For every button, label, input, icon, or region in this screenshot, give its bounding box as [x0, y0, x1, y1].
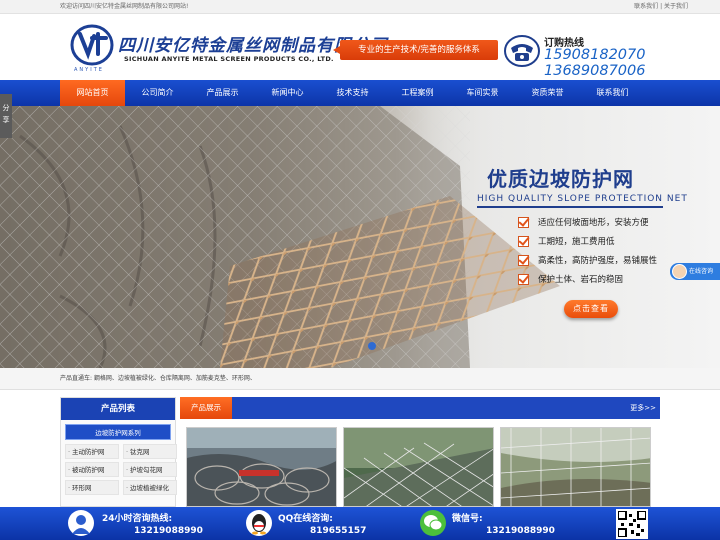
- tab-products[interactable]: 产品展示: [180, 397, 232, 419]
- company-logo-icon[interactable]: [70, 24, 114, 66]
- top-bar: 欢迎访问四川安亿特金属丝网制品有限公司网站! 联系我们 | 关于我们: [0, 0, 720, 14]
- banner-feature-list: 适应任何坡面地形，安装方便 工期短，施工费用低 高柔性，高防护强度，易铺展性 保…: [518, 216, 657, 292]
- company-name-en: SICHUAN ANYITE METAL SCREEN PRODUCTS CO.…: [124, 55, 334, 63]
- hotline-number: 13689087006: [544, 63, 646, 79]
- nav-item-home[interactable]: 网站首页: [60, 80, 125, 106]
- product-thumbnail[interactable]: [343, 427, 494, 507]
- product-keywords-bar: 产品直通车: 鋼格网、边坡植被绿化、仓库隔离网、加筋麦克垫、环形网、: [0, 368, 720, 390]
- nav-item-news[interactable]: 新闻中心: [255, 80, 320, 106]
- checkbox-icon: [518, 236, 529, 247]
- category-title: 产品列表: [61, 398, 175, 420]
- qq-icon[interactable]: [246, 510, 272, 536]
- banner-feature: 保护土体、岩石的稳固: [518, 273, 657, 292]
- category-series[interactable]: 边坡防护网系列: [65, 424, 171, 440]
- product-thumbnail[interactable]: [500, 427, 651, 507]
- product-showcase: 产品展示 更多>>: [180, 397, 660, 507]
- category-item[interactable]: 环形网: [65, 480, 119, 496]
- banner-feature-text: 工期短，施工费用低: [538, 237, 615, 247]
- banner-feature-text: 适应任何坡面地形，安装方便: [538, 218, 649, 228]
- banner-feature: 工期短，施工费用低: [518, 235, 657, 254]
- wechat-icon[interactable]: [420, 510, 446, 536]
- brand-logo-text: ANYITE: [74, 67, 104, 73]
- qr-code-icon: [616, 509, 648, 539]
- product-image: [187, 428, 336, 506]
- more-link[interactable]: 更多>>: [630, 397, 656, 419]
- nav-item-products[interactable]: 产品展示: [190, 80, 255, 106]
- wechat-number[interactable]: 13219088990: [486, 526, 555, 536]
- category-item[interactable]: 主动防护网: [65, 444, 119, 460]
- nav-item-cases[interactable]: 工程案例: [385, 80, 450, 106]
- banner-feature-text: 高柔性，高防护强度，易铺展性: [538, 256, 658, 266]
- category-item[interactable]: 护坡勾花网: [123, 462, 177, 478]
- nav-item-contact[interactable]: 联系我们: [580, 80, 645, 106]
- category-item[interactable]: 边坡植被绿化: [123, 480, 177, 496]
- banner-subtitle: HIGH QUALITY SLOPE PROTECTION NET: [477, 194, 688, 204]
- nav-item-honors[interactable]: 资质荣誉: [515, 80, 580, 106]
- phone-consult-number[interactable]: 13219088990: [134, 526, 203, 536]
- checkbox-icon: [518, 217, 529, 228]
- product-image: [344, 428, 493, 506]
- online-service-button[interactable]: 在线咨询: [670, 263, 720, 280]
- welcome-text: 欢迎访问四川安亿特金属丝网制品有限公司网站!: [60, 3, 189, 10]
- banner-feature-text: 保护土体、岩石的稳固: [538, 275, 624, 285]
- banner-feature: 适应任何坡面地形，安装方便: [518, 216, 657, 235]
- view-details-button[interactable]: 点击查看: [564, 300, 618, 318]
- site-header: ANYITE 四川安亿特金属丝网制品有限公司 SICHUAN ANYITE ME…: [0, 14, 720, 80]
- service-avatar: [672, 264, 687, 279]
- banner-title: 优质边坡防护网: [487, 167, 634, 191]
- phone-consult-label: 24小时咨询热线:: [102, 514, 173, 524]
- banner-feature: 高柔性，高防护强度，易铺展性: [518, 254, 657, 273]
- checkbox-icon: [518, 274, 529, 285]
- category-item[interactable]: 钛克网: [123, 444, 177, 460]
- checkbox-icon: [518, 255, 529, 266]
- nav-item-tech[interactable]: 技术支持: [320, 80, 385, 106]
- phone-icon: [504, 35, 540, 67]
- category-item[interactable]: 被动防护网: [65, 462, 119, 478]
- wechat-label: 微信号:: [452, 514, 483, 524]
- banner-divider: [477, 206, 663, 208]
- main-nav: 网站首页 公司简介 产品展示 新闻中心 技术支持 工程案例 车间实景 资质荣誉 …: [0, 80, 720, 106]
- hotline-number: 15908182070: [544, 47, 646, 63]
- nav-item-workshop[interactable]: 车间实景: [450, 80, 515, 106]
- hero-banner[interactable]: 优质边坡防护网 HIGH QUALITY SLOPE PROTECTION NE…: [0, 106, 720, 368]
- product-category-sidebar: 产品列表 边坡防护网系列 主动防护网 钛克网 被动防护网 护坡勾花网 环形网 边…: [60, 397, 177, 507]
- product-image: [501, 428, 650, 506]
- product-showcase-header: 产品展示 更多>>: [180, 397, 660, 419]
- top-links[interactable]: 联系我们 | 关于我们: [634, 0, 688, 14]
- contact-footer-bar: 24小时咨询热线: 13219088990 QQ在线咨询: 819655157 …: [0, 507, 720, 540]
- share-tab[interactable]: 分享: [0, 94, 12, 138]
- online-service-label: 在线咨询: [689, 268, 714, 275]
- slogan-banner: 专业的生产技术/完善的服务体系: [333, 40, 498, 60]
- product-keywords-text[interactable]: 产品直通车: 鋼格网、边坡植被绿化、仓库隔离网、加筋麦克垫、环形网、: [60, 368, 256, 390]
- product-thumbnail[interactable]: [186, 427, 337, 507]
- qq-number[interactable]: 819655157: [310, 526, 366, 536]
- customer-service-icon: [68, 510, 94, 536]
- qq-consult-label: QQ在线咨询:: [278, 514, 333, 524]
- nav-item-about[interactable]: 公司简介: [125, 80, 190, 106]
